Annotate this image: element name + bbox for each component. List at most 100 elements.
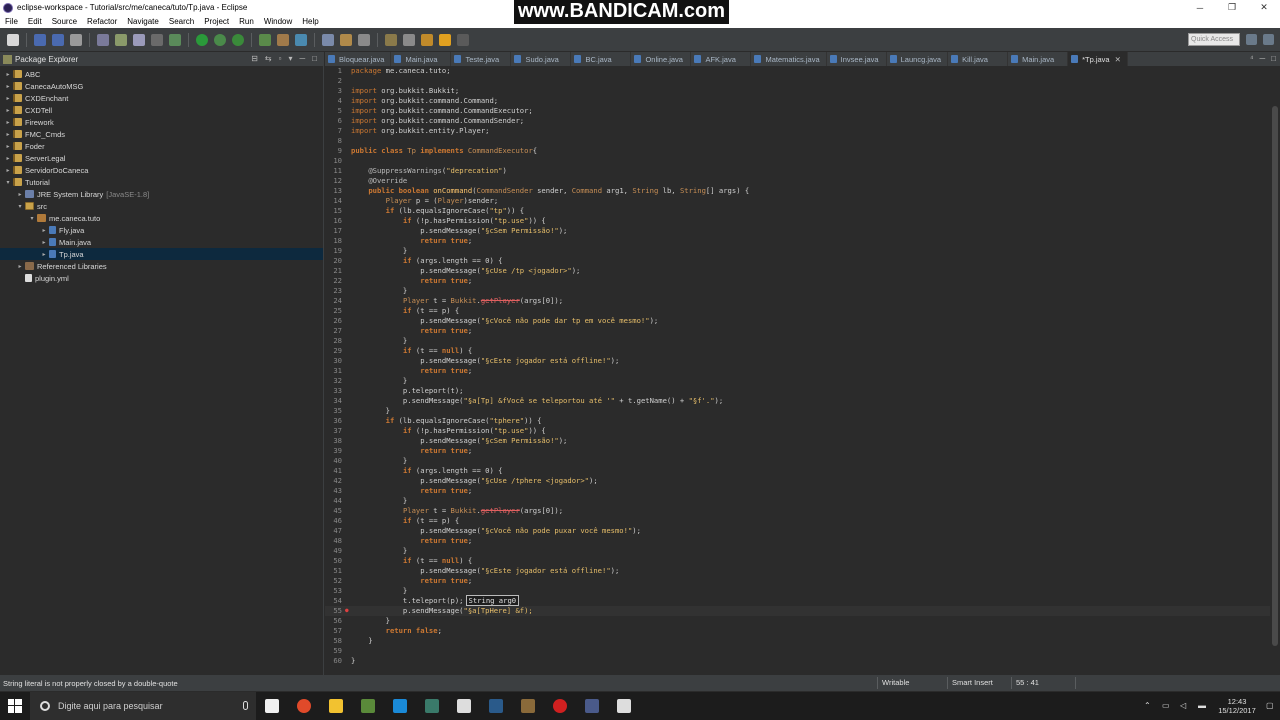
forward-arrow-icon[interactable]: [457, 33, 469, 46]
taskbar-app-icon[interactable]: [512, 692, 544, 720]
editor-tab[interactable]: Online.java: [631, 52, 692, 66]
microphone-icon[interactable]: [243, 701, 248, 710]
tree-item[interactable]: ▸ ServerLegal: [0, 152, 323, 164]
tree-expand-icon[interactable]: ▸: [4, 131, 12, 138]
mark-occurrences-icon[interactable]: [115, 33, 127, 46]
tree-item[interactable]: ▸ Foder: [0, 140, 323, 152]
tree-expand-icon[interactable]: ▸: [4, 167, 12, 174]
editor-tab[interactable]: Matematics.java: [751, 52, 827, 66]
last-edit-location-icon[interactable]: [421, 33, 433, 46]
tree-expand-icon[interactable]: ▸: [4, 71, 12, 78]
vertical-scrollbar[interactable]: [1270, 66, 1280, 675]
tree-item[interactable]: ▸ Fly.java: [0, 224, 323, 236]
block-select-icon[interactable]: [133, 33, 145, 46]
taskbar-app-icon[interactable]: [320, 692, 352, 720]
tree-expand-icon[interactable]: ▸: [4, 155, 12, 162]
menu-search[interactable]: Search: [164, 17, 199, 26]
menu-navigate[interactable]: Navigate: [122, 17, 164, 26]
editor-tab[interactable]: Main.java: [1008, 52, 1069, 66]
new-class-icon[interactable]: [295, 33, 307, 46]
menu-refactor[interactable]: Refactor: [82, 17, 122, 26]
tree-item[interactable]: ▸ Main.java: [0, 236, 323, 248]
toggle-mark-icon[interactable]: [97, 33, 109, 46]
taskbar-app-icon[interactable]: [576, 692, 608, 720]
open-type-icon[interactable]: [322, 33, 334, 46]
clock[interactable]: 12:43 15/12/2017: [1212, 697, 1262, 715]
search-icon[interactable]: [358, 33, 370, 46]
tree-item[interactable]: ▸ Referenced Libraries: [0, 260, 323, 272]
tree-expand-icon[interactable]: ▸: [40, 227, 48, 234]
taskbar-app-icon[interactable]: [352, 692, 384, 720]
new-package-icon[interactable]: [277, 33, 289, 46]
menu-help[interactable]: Help: [297, 17, 323, 26]
taskbar-app-icon[interactable]: [384, 692, 416, 720]
tree-item[interactable]: ▸ ABC: [0, 68, 323, 80]
minimize-view-icon[interactable]: ─: [299, 54, 305, 63]
tree-item[interactable]: ▸ CXDEnchant: [0, 92, 323, 104]
minimize-editor-icon[interactable]: ─: [1259, 54, 1265, 63]
editor-tab[interactable]: Bloquear.java: [325, 52, 392, 66]
editor-tab[interactable]: Launcg.java: [887, 52, 949, 66]
tray-chevron-icon[interactable]: ⌃: [1144, 701, 1154, 711]
tree-expand-icon[interactable]: ▸: [40, 239, 48, 246]
tree-expand-icon[interactable]: ▸: [4, 83, 12, 90]
link-editor-icon[interactable]: ⇆: [265, 54, 272, 63]
start-button[interactable]: [0, 692, 30, 720]
taskbar-app-icon[interactable]: [544, 692, 576, 720]
tree-item[interactable]: ▸ CanecaAutoMSG: [0, 80, 323, 92]
quick-access-input[interactable]: Quick Access: [1188, 33, 1240, 46]
tree-item[interactable]: ▾ src: [0, 200, 323, 212]
menu-project[interactable]: Project: [199, 17, 234, 26]
coverage-icon[interactable]: [214, 33, 226, 46]
network-icon[interactable]: ▭: [1162, 701, 1172, 711]
maximize-editor-icon[interactable]: □: [1271, 54, 1276, 63]
editor-tab[interactable]: Invsee.java: [827, 52, 887, 66]
taskbar-app-icon[interactable]: [288, 692, 320, 720]
editor-tab[interactable]: Main.java: [391, 52, 452, 66]
print-icon[interactable]: [70, 33, 82, 46]
maximize-view-icon[interactable]: □: [312, 54, 317, 63]
taskbar-app-icon[interactable]: [448, 692, 480, 720]
editor-tab[interactable]: Teste.java: [451, 52, 512, 66]
tree-expand-icon[interactable]: ▾: [28, 215, 36, 222]
editor-tab[interactable]: Kill.java: [948, 52, 1009, 66]
tree-expand-icon[interactable]: ▾: [4, 179, 12, 186]
view-menu-icon[interactable]: ▾: [288, 54, 292, 63]
editor-tab[interactable]: BC.java: [571, 52, 632, 66]
back-arrow-icon[interactable]: [439, 33, 451, 46]
tree-expand-icon[interactable]: ▾: [16, 203, 24, 210]
whitespace-icon[interactable]: [151, 33, 163, 46]
taskbar-app-icon[interactable]: [480, 692, 512, 720]
restore-icon[interactable]: ❐: [1216, 0, 1248, 15]
minimize-icon[interactable]: ─: [1184, 0, 1216, 15]
menu-run[interactable]: Run: [234, 17, 259, 26]
debug-icon[interactable]: [169, 33, 181, 46]
tree-item[interactable]: ▸ CXDTell: [0, 104, 323, 116]
new-java-project-icon[interactable]: [259, 33, 271, 46]
editor-tab[interactable]: *Tp.java ✕: [1068, 52, 1129, 66]
tree-item[interactable]: ▸ ServidorDoCaneca: [0, 164, 323, 176]
tree-item[interactable]: ▸ Tp.java: [0, 248, 323, 260]
notifications-icon[interactable]: ▢: [1266, 701, 1276, 711]
volume-icon[interactable]: ◁: [1180, 701, 1190, 711]
tree-expand-icon[interactable]: ▸: [4, 107, 12, 114]
menu-source[interactable]: Source: [47, 17, 82, 26]
scroll-thumb[interactable]: [1272, 106, 1278, 646]
external-tools-icon[interactable]: [232, 33, 244, 46]
tree-expand-icon[interactable]: ▸: [16, 263, 24, 270]
editor-tab[interactable]: AFK.java: [691, 52, 752, 66]
open-task-icon[interactable]: [340, 33, 352, 46]
taskbar-app-icon[interactable]: [416, 692, 448, 720]
open-perspective-icon[interactable]: [1246, 34, 1257, 45]
run-icon[interactable]: [196, 33, 208, 46]
taskbar-app-icon[interactable]: [256, 692, 288, 720]
taskbar-app-icon[interactable]: [608, 692, 640, 720]
tree-item[interactable]: ▾ me.caneca.tuto: [0, 212, 323, 224]
tree-expand-icon[interactable]: ▸: [4, 95, 12, 102]
tree-item[interactable]: ▸ Firework: [0, 116, 323, 128]
close-tab-icon[interactable]: ✕: [1115, 55, 1121, 64]
tree-item[interactable]: ▸ FMC_Cmds: [0, 128, 323, 140]
save-all-icon[interactable]: [52, 33, 64, 46]
menu-file[interactable]: File: [0, 17, 23, 26]
tree-expand-icon[interactable]: ▸: [40, 251, 48, 258]
